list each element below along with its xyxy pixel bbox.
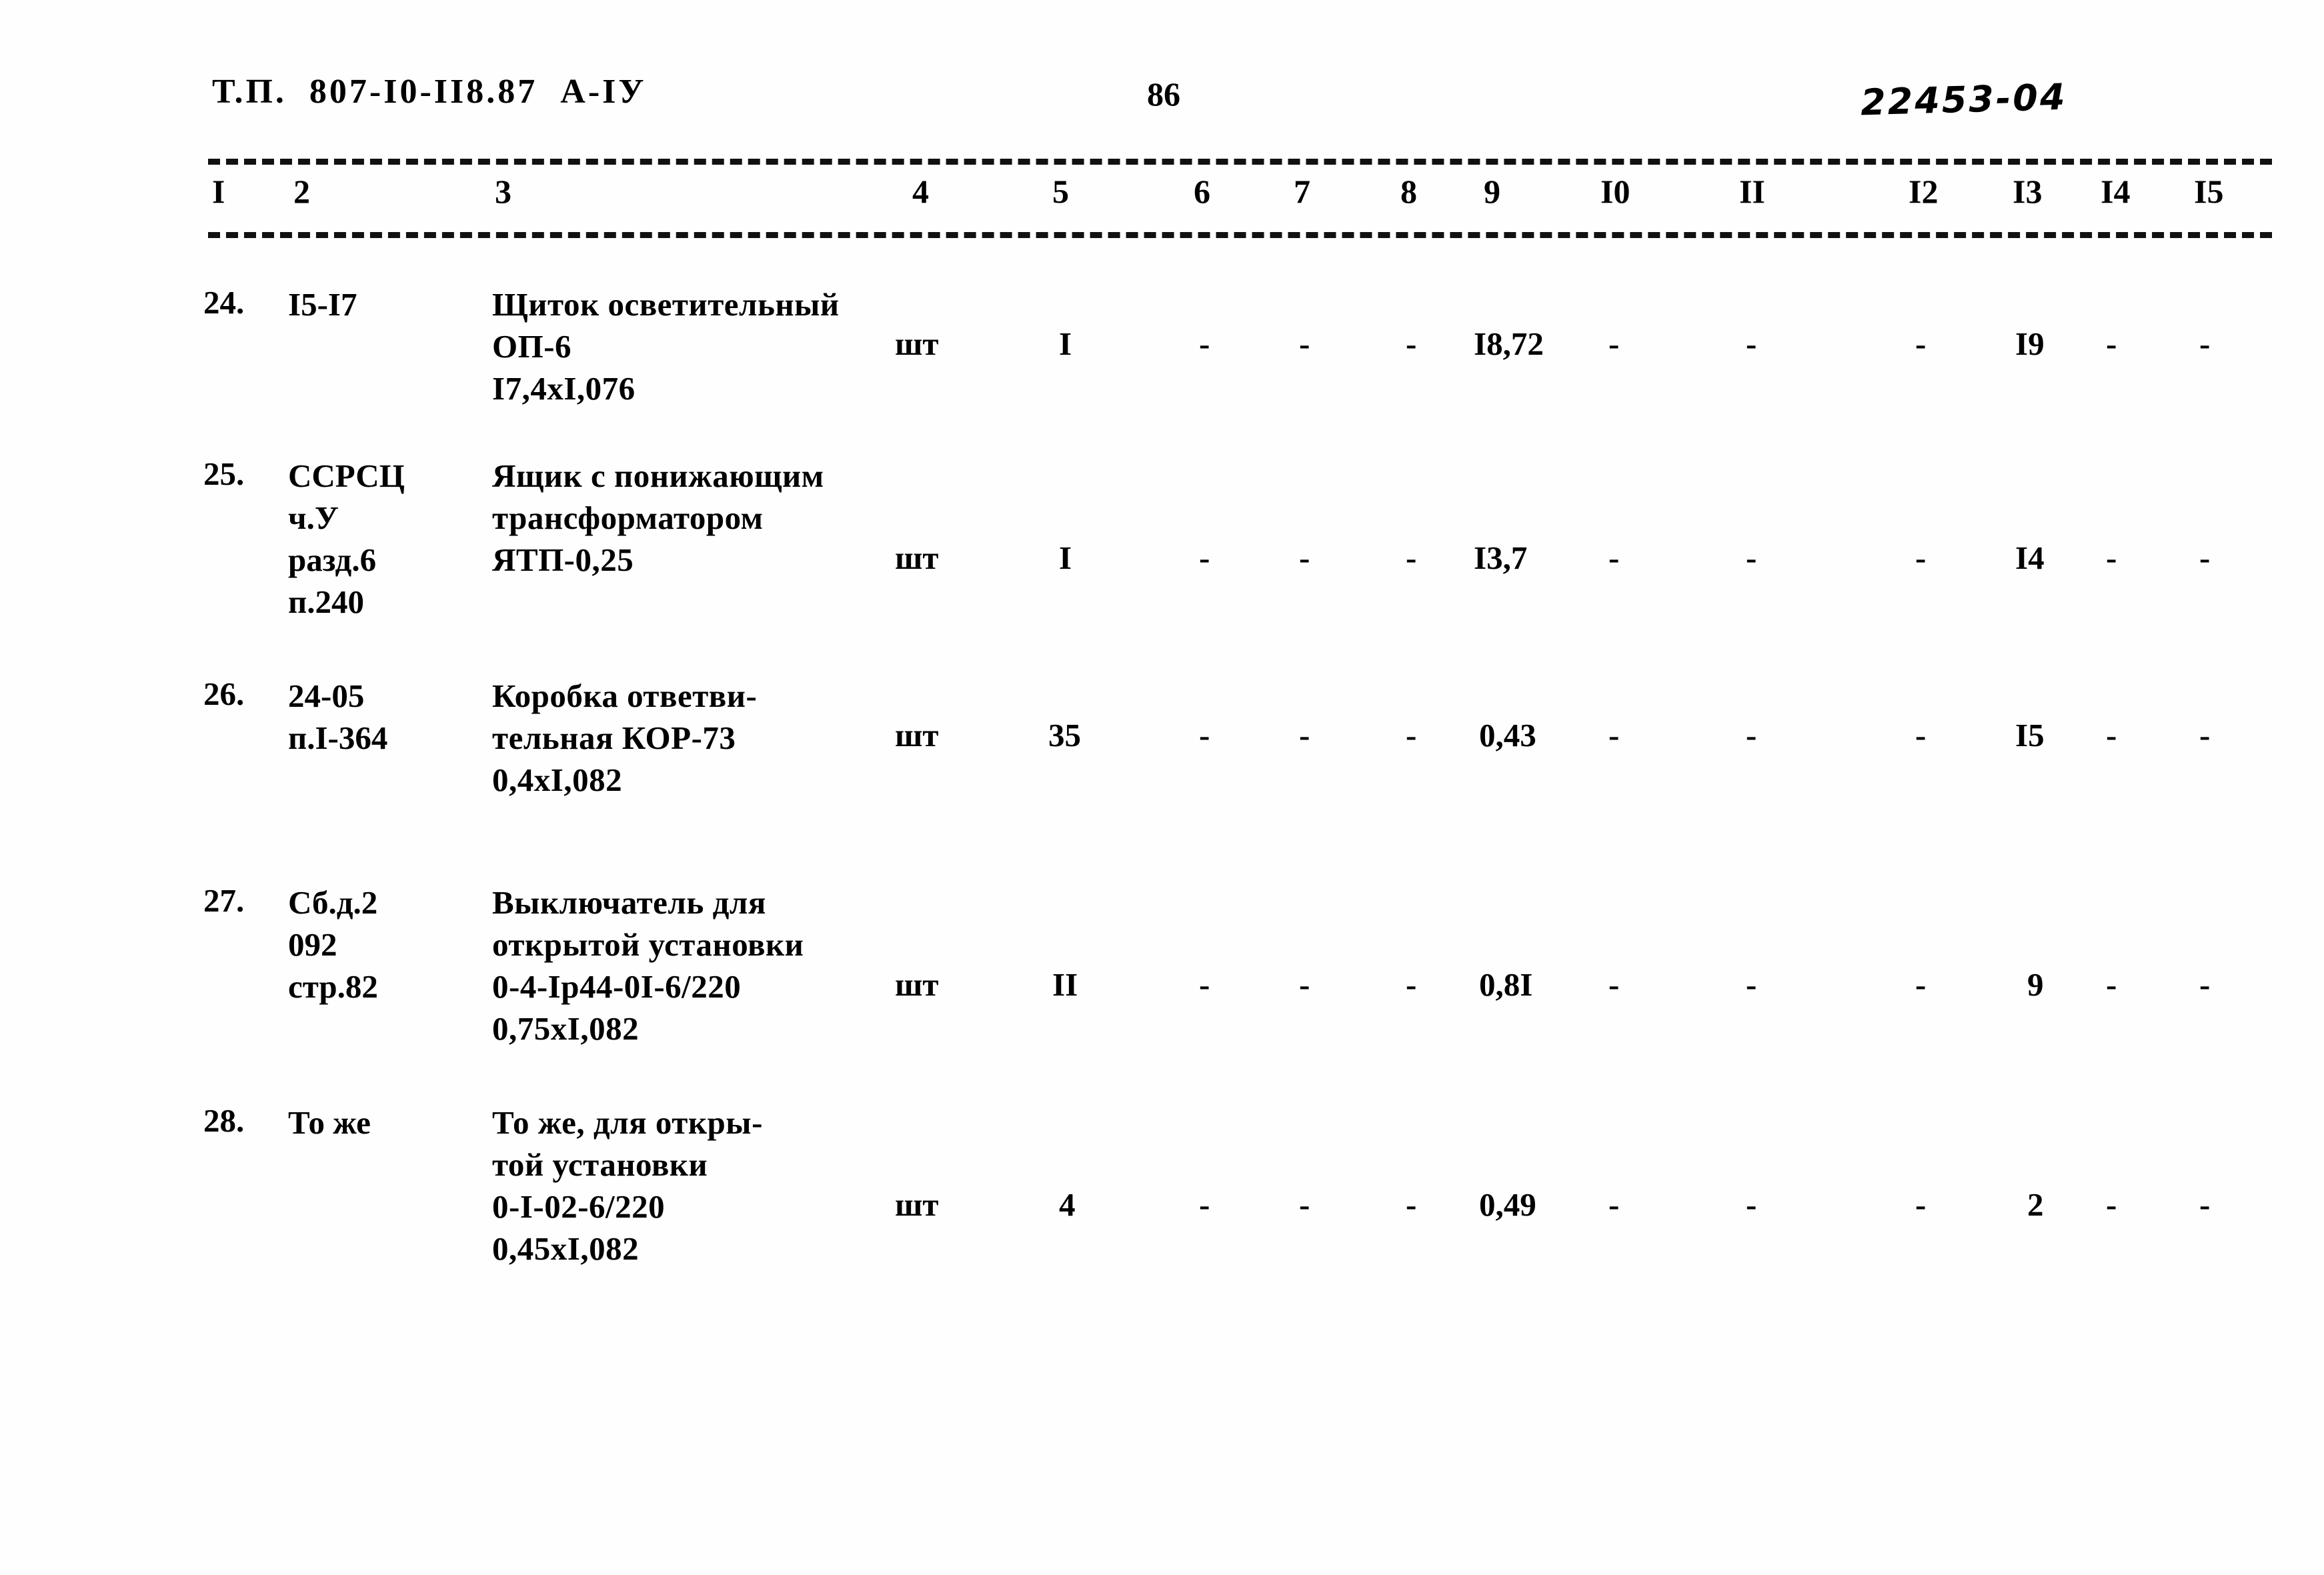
row-unit: шт [895,325,939,362]
row-description: Коробка ответви- тельная КОР-73 0,4xI,08… [492,677,758,798]
row-col-15: - [2199,966,2211,1003]
row-col-7: - [1299,539,1310,576]
row-col-14: - [2106,717,2117,753]
row-col-8: - [1406,539,1417,576]
row-col-10: - [1608,325,1620,362]
column-number-13: I3 [2013,173,2043,210]
row-col-11: - [1746,1186,1757,1223]
row-reference: Сб.д.2 092 стр.82 [288,884,378,1005]
row-col-13: I4 [2015,539,2045,576]
row-col-9: I8,72 [1474,325,1544,362]
row-col-12: - [1915,539,1927,576]
row-col-13: I5 [2015,717,2045,753]
column-number-8: 8 [1400,173,1417,210]
row-col-6: - [1199,1186,1210,1223]
row-col-11: - [1746,966,1757,1003]
row-col-9: 0,8I [1479,966,1533,1003]
column-number-6: 6 [1194,173,1210,210]
row-col-8: - [1406,717,1417,753]
row-reference: ССРСЦ ч.У разд.6 п.240 [288,457,405,620]
row-col-5: 4 [1059,1186,1076,1223]
row-description: Ящик с понижающим трансформатором ЯТП-0,… [492,457,824,578]
row-col-7: - [1299,717,1310,753]
row-col-11: - [1746,717,1757,753]
row-reference: 24-05 п.I-364 [288,677,388,756]
row-col-12: - [1915,966,1927,1003]
row-col-6: - [1199,325,1210,362]
row-col-13: I9 [2015,325,2045,362]
row-col-14: - [2106,539,2117,576]
column-number-4: 4 [912,173,929,210]
row-col-12: - [1915,717,1927,753]
column-number-3: 3 [495,173,511,210]
row-col-9: 0,43 [1479,717,1536,753]
row-col-15: - [2199,325,2211,362]
table-rule-bottom [208,232,2272,238]
row-col-15: - [2199,539,2211,576]
column-number-row: I 2 3 4 5 6 7 8 9 I0 II I2 I3 I4 I5 [0,172,2324,223]
column-number-12: I2 [1909,173,1939,210]
row-col-14: - [2106,1186,2117,1223]
row-description: Выключатель для открытой установки 0-4-I… [492,884,804,1047]
row-col-7: - [1299,325,1310,362]
row-col-12: - [1915,1186,1927,1223]
row-col-5: 35 [1048,717,1081,753]
row-col-9: 0,49 [1479,1186,1536,1223]
page-header: Т.П. 807-I0-II8.87 А-IУ 86 22453-04 [0,72,2324,123]
row-col-10: - [1608,1186,1620,1223]
row-col-7: - [1299,966,1310,1003]
row-col-14: - [2106,966,2117,1003]
column-number-7: 7 [1294,173,1310,210]
row-col-10: - [1608,539,1620,576]
row-item-number: 24. [203,284,245,321]
row-item-number: 26. [203,675,245,712]
row-col-6: - [1199,539,1210,576]
row-col-7: - [1299,1186,1310,1223]
page-number: 86 [1147,75,1180,113]
row-col-5: II [1052,966,1078,1003]
column-number-11: II [1739,173,1765,210]
row-unit: шт [895,539,939,576]
row-reference: То же [288,1104,371,1141]
row-col-11: - [1746,325,1757,362]
column-number-5: 5 [1052,173,1069,210]
row-col-15: - [2199,717,2211,753]
row-reference: I5-I7 [288,286,357,323]
row-item-number: 25. [203,455,245,492]
row-col-5: I [1059,539,1072,576]
row-col-10: - [1608,966,1620,1003]
row-description: То же, для откры- той установки 0-I-02-6… [492,1104,763,1267]
row-col-14: - [2106,325,2117,362]
row-col-13: 2 [2027,1186,2044,1223]
row-col-6: - [1199,966,1210,1003]
row-item-number: 27. [203,882,245,919]
handwritten-archive-code: 22453-04 [1860,75,2068,124]
row-col-8: - [1406,325,1417,362]
document-code: Т.П. 807-I0-II8.87 А-IУ [212,73,647,111]
row-col-6: - [1199,717,1210,753]
row-item-number: 28. [203,1102,245,1139]
column-number-10: I0 [1600,173,1630,210]
column-number-1: I [212,173,225,210]
row-col-11: - [1746,539,1757,576]
row-unit: шт [895,1186,939,1223]
row-col-15: - [2199,1186,2211,1223]
row-unit: шт [895,966,939,1003]
row-col-9: I3,7 [1474,539,1528,576]
column-number-15: I5 [2194,173,2224,210]
row-col-8: - [1406,966,1417,1003]
row-description: Щиток осветительный ОП-6 I7,4xI,076 [492,286,840,407]
row-unit: шт [895,717,939,753]
row-col-12: - [1915,325,1927,362]
column-number-2: 2 [293,173,310,210]
row-col-10: - [1608,717,1620,753]
row-col-8: - [1406,1186,1417,1223]
column-number-9: 9 [1484,173,1500,210]
row-col-13: 9 [2027,966,2044,1003]
column-number-14: I4 [2101,173,2131,210]
table-rule-top [208,159,2272,165]
document-page: Т.П. 807-I0-II8.87 А-IУ 86 22453-04 I 2 … [0,0,2324,1575]
row-col-5: I [1059,325,1072,362]
